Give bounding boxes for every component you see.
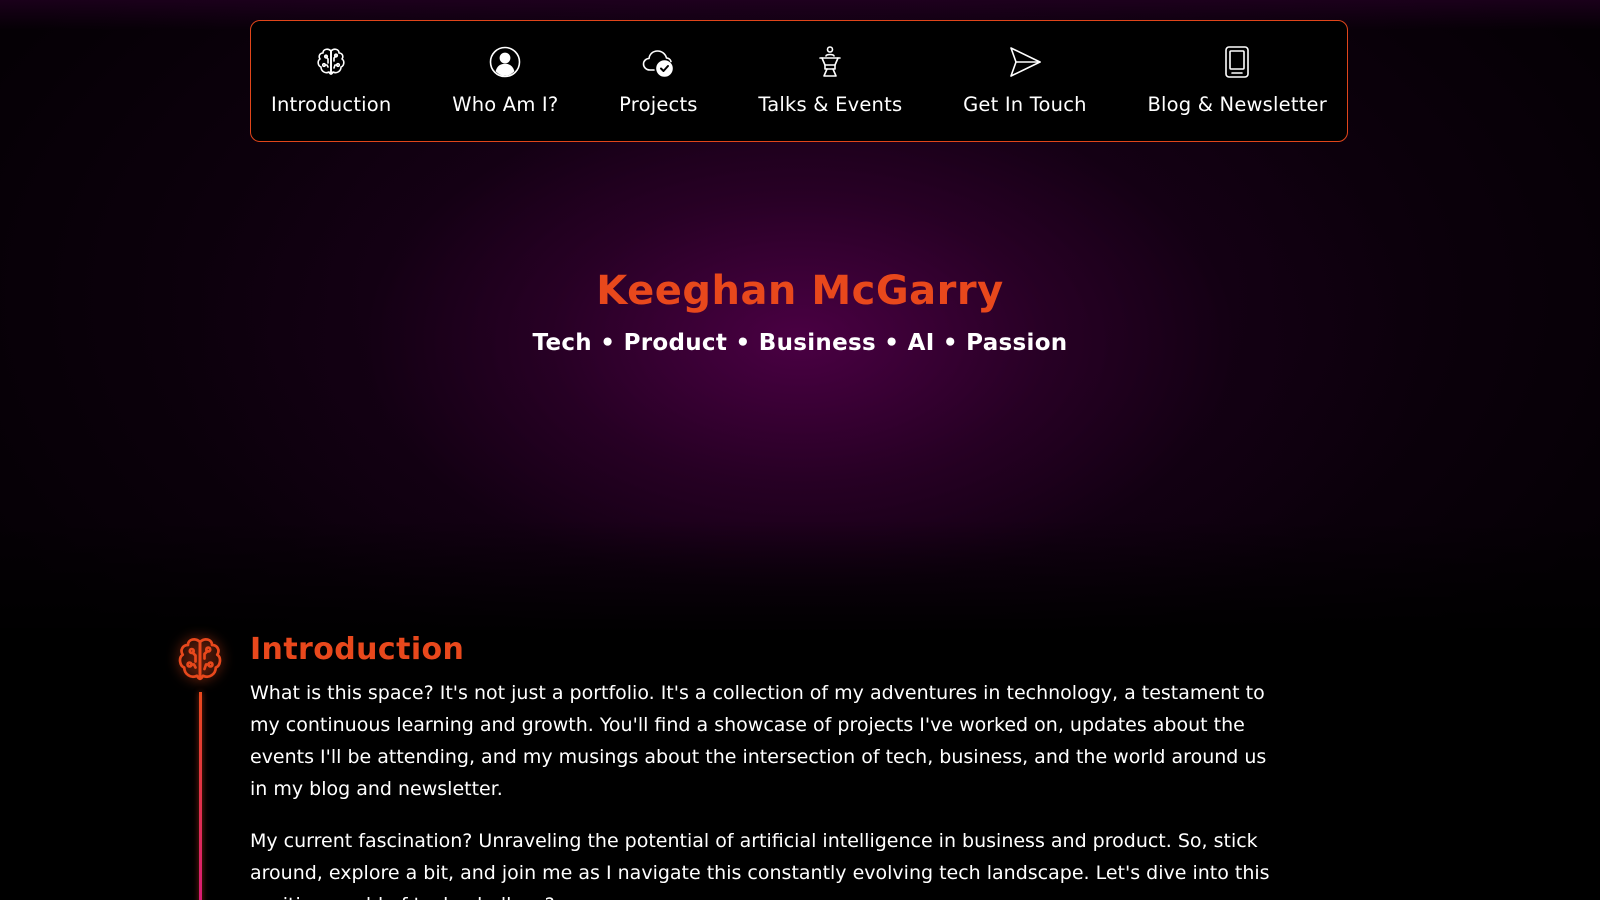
- hero-tagline: Tech • Product • Business • AI • Passion: [532, 330, 1068, 356]
- brain-icon: [312, 43, 350, 81]
- intro-paragraph: What is this space? It's not just a port…: [250, 682, 1267, 800]
- timeline-line: [198, 692, 202, 900]
- nav-item-blog-newsletter[interactable]: Blog & Newsletter: [1147, 21, 1327, 141]
- book-icon: [1218, 43, 1256, 81]
- nav-label-introduction: Introduction: [271, 93, 392, 116]
- nav-label-blog-newsletter: Blog & Newsletter: [1147, 93, 1327, 116]
- nav-label-get-in-touch: Get In Touch: [963, 93, 1087, 116]
- page: Introduction Who Am I? Projects Talks & …: [0, 0, 1600, 900]
- section-title-introduction: Introduction: [250, 632, 465, 667]
- hero-fade: [0, 520, 1600, 640]
- user-circle-icon: [486, 43, 524, 81]
- podium-speaker-icon: [811, 43, 849, 81]
- send-icon: [1006, 43, 1044, 81]
- nav-item-who-am-i[interactable]: Who Am I?: [452, 21, 558, 141]
- main-nav: Introduction Who Am I? Projects Talks & …: [250, 20, 1348, 142]
- nav-label-who-am-i: Who Am I?: [452, 93, 559, 116]
- nav-label-projects: Projects: [619, 93, 698, 116]
- intro-paragraph: My current fascination? Unraveling the p…: [250, 830, 1270, 900]
- nav-item-projects[interactable]: Projects: [619, 21, 697, 141]
- section-body-introduction: What is this space? It's not just a port…: [250, 677, 1270, 900]
- nav-item-talks-events[interactable]: Talks & Events: [758, 21, 902, 141]
- nav-label-talks-events: Talks & Events: [758, 93, 903, 116]
- cloud-check-icon: [639, 43, 677, 81]
- nav-item-get-in-touch[interactable]: Get In Touch: [963, 21, 1087, 141]
- hero-name: Keeghan McGarry: [596, 268, 1004, 314]
- brain-icon: [173, 633, 227, 687]
- nav-item-introduction[interactable]: Introduction: [271, 21, 392, 141]
